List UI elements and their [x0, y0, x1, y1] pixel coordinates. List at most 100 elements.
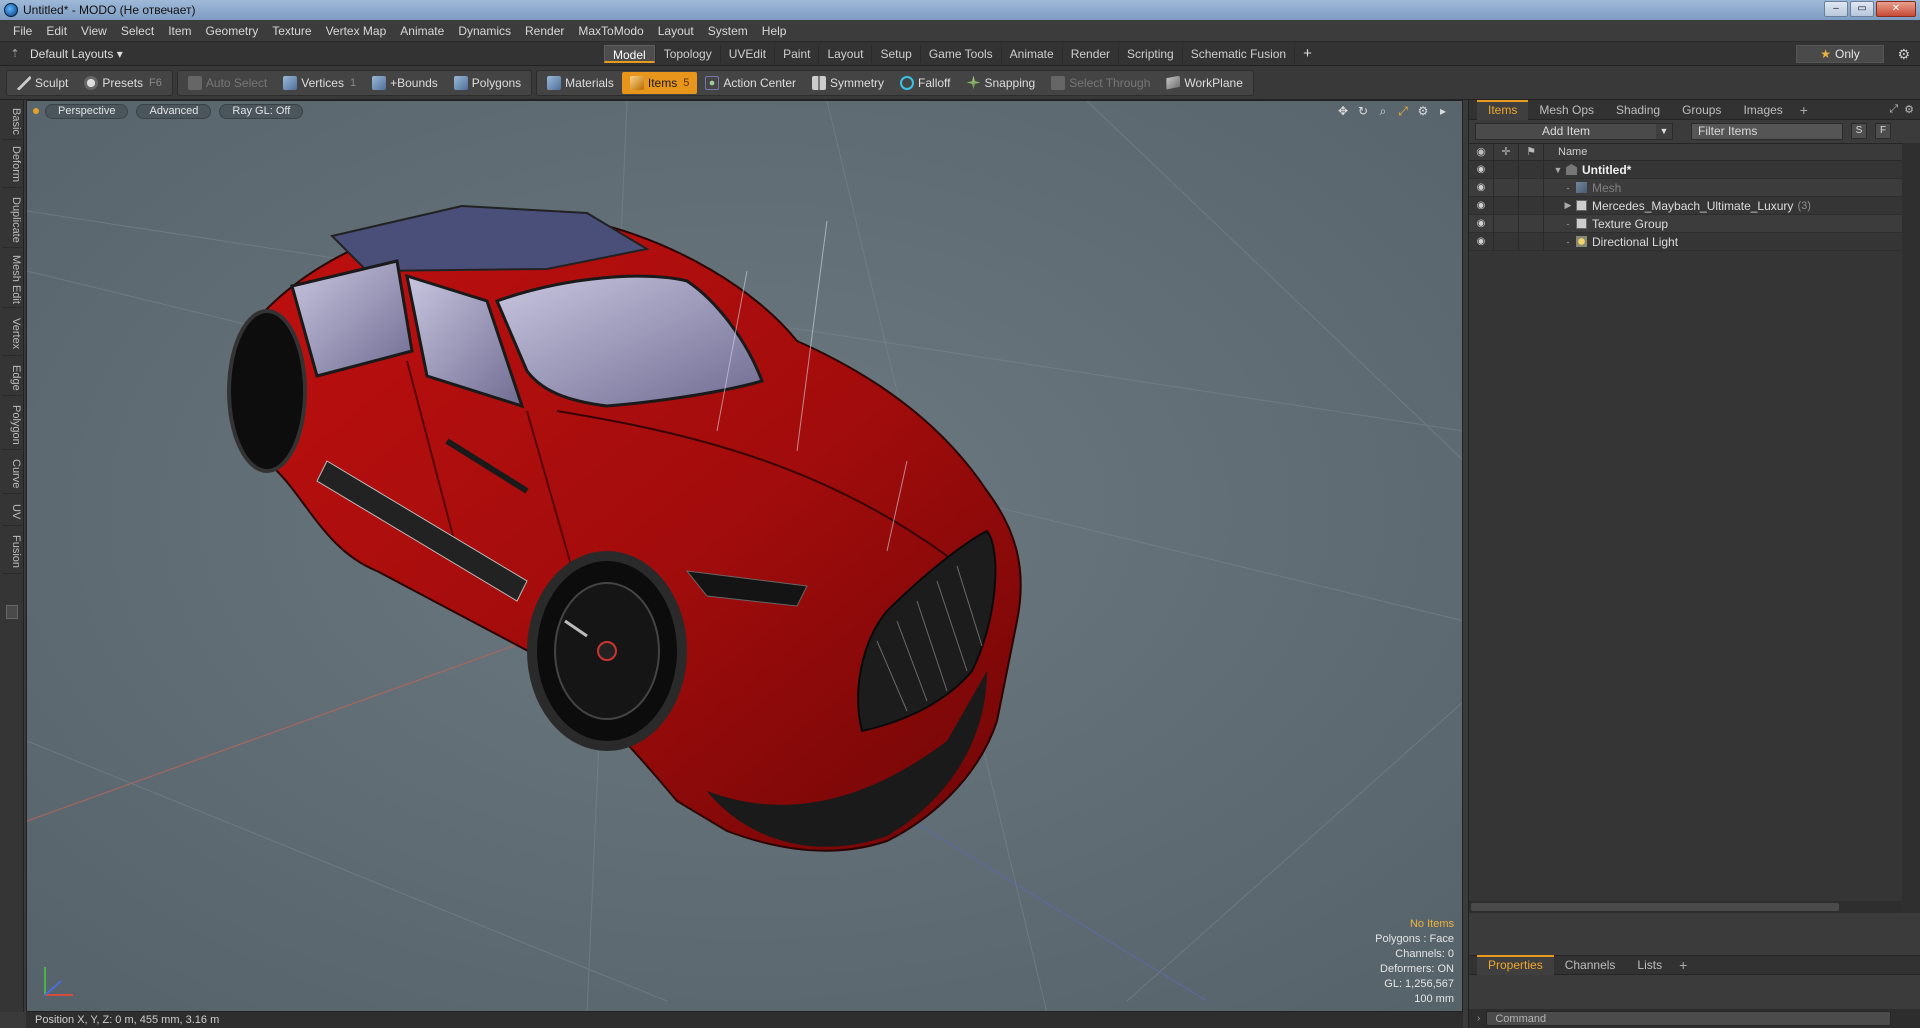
- maximize-button[interactable]: ▭: [1850, 1, 1874, 17]
- shading-mode-button[interactable]: Advanced: [136, 103, 212, 119]
- action-center-button[interactable]: Action Center: [697, 72, 804, 94]
- tab-lists[interactable]: Lists: [1626, 955, 1673, 975]
- add-properties-tab-button[interactable]: +: [1673, 955, 1693, 975]
- menu-edit[interactable]: Edit: [39, 24, 74, 38]
- eye-icon[interactable]: ◉: [1469, 214, 1494, 233]
- view-type-button[interactable]: Perspective: [45, 103, 129, 119]
- tab-mesh-ops[interactable]: Mesh Ops: [1528, 100, 1605, 120]
- tab-uvedit[interactable]: UVEdit: [719, 45, 774, 63]
- filter-items-input[interactable]: [1691, 122, 1843, 140]
- auto-select-button[interactable]: Auto Select: [180, 72, 275, 94]
- tab-mesh-edit[interactable]: Mesh Edit: [2, 252, 22, 308]
- tree-row-mercedes[interactable]: ◉ ▶ Mercedes_Maybach_Ultimate_Luxury (3): [1469, 196, 1903, 215]
- tab-groups[interactable]: Groups: [1671, 100, 1732, 120]
- maximize-viewport-icon[interactable]: ⤢: [1396, 104, 1410, 118]
- menu-system[interactable]: System: [701, 24, 755, 38]
- only-button[interactable]: ★ Only: [1796, 45, 1884, 63]
- tab-duplicate[interactable]: Duplicate: [2, 192, 22, 248]
- pan-icon[interactable]: ✥: [1336, 104, 1350, 118]
- snapping-button[interactable]: Snapping: [959, 72, 1044, 94]
- zoom-icon[interactable]: ⌕: [1376, 104, 1390, 118]
- s-button[interactable]: S: [1851, 123, 1867, 139]
- symmetry-button[interactable]: Symmetry: [804, 72, 892, 94]
- panel-toggle-icon[interactable]: [6, 605, 18, 619]
- menu-select[interactable]: Select: [114, 24, 161, 38]
- visibility-column-eye-icon[interactable]: ◉: [1469, 143, 1494, 161]
- viewport-settings-icon[interactable]: ⚙: [1416, 104, 1430, 118]
- menu-texture[interactable]: Texture: [265, 24, 318, 38]
- tab-items[interactable]: Items: [1477, 99, 1529, 120]
- menu-view[interactable]: View: [74, 24, 114, 38]
- tab-polygon[interactable]: Polygon: [2, 400, 22, 450]
- vertical-scrollbar[interactable]: [1902, 143, 1920, 913]
- command-input[interactable]: [1486, 1011, 1892, 1026]
- tab-layout[interactable]: Layout: [818, 45, 871, 63]
- falloff-button[interactable]: Falloff: [892, 72, 958, 94]
- tab-shading[interactable]: Shading: [1605, 100, 1671, 120]
- presets-button[interactable]: Presets F6: [76, 72, 170, 94]
- tab-basic[interactable]: Basic: [2, 104, 22, 140]
- rotate-icon[interactable]: ↻: [1356, 104, 1370, 118]
- tree-row-mesh[interactable]: ◉ - Mesh: [1469, 178, 1903, 197]
- f-button[interactable]: F: [1875, 123, 1891, 139]
- select-through-button[interactable]: Select Through: [1043, 72, 1158, 94]
- tree-row-texture-group[interactable]: ◉ - Texture Group: [1469, 214, 1903, 233]
- tab-game-tools[interactable]: Game Tools: [919, 45, 1001, 63]
- tab-model[interactable]: Model: [604, 45, 655, 63]
- tab-paint[interactable]: Paint: [774, 45, 818, 63]
- arrow-up-icon[interactable]: ⇡: [8, 47, 22, 61]
- close-button[interactable]: ✕: [1876, 1, 1916, 17]
- tab-animate[interactable]: Animate: [1000, 45, 1062, 63]
- workplane-button[interactable]: WorkPlane: [1158, 72, 1250, 94]
- menu-dynamics[interactable]: Dynamics: [451, 24, 518, 38]
- menu-maxtomodo[interactable]: MaxToModo: [571, 24, 650, 38]
- item-list-tree[interactable]: ◉ ✛ ⚑ Name ◉ ▼ Untitled* ◉ - Mesh ◉ ▶ Me…: [1469, 143, 1903, 913]
- scrollbar-thumb[interactable]: [1471, 903, 1839, 911]
- expand-arrow-icon[interactable]: ▸: [1436, 104, 1450, 118]
- tab-deform[interactable]: Deform: [2, 142, 22, 188]
- tab-topology[interactable]: Topology: [654, 45, 720, 63]
- chevron-down-icon[interactable]: ▼: [1656, 123, 1672, 139]
- add-tab-button[interactable]: +: [1294, 45, 1320, 63]
- viewport-menu-dot-icon[interactable]: [33, 108, 39, 114]
- polygons-button[interactable]: Polygons: [446, 72, 529, 94]
- menu-item[interactable]: Item: [161, 24, 198, 38]
- expand-icon[interactable]: ▼: [1552, 165, 1564, 175]
- menu-file[interactable]: File: [6, 24, 39, 38]
- expand-panel-icon[interactable]: ⤢: [1889, 103, 1898, 116]
- tab-curve[interactable]: Curve: [2, 454, 22, 494]
- menu-layout[interactable]: Layout: [651, 24, 701, 38]
- sculpt-button[interactable]: Sculpt: [9, 72, 76, 94]
- panel-gear-icon[interactable]: ⚙: [1904, 103, 1914, 116]
- tab-uv[interactable]: UV: [2, 498, 22, 526]
- bounds-button[interactable]: +Bounds: [364, 72, 446, 94]
- eye-icon[interactable]: ◉: [1469, 178, 1494, 197]
- materials-button[interactable]: Materials: [539, 72, 622, 94]
- tab-scripting[interactable]: Scripting: [1118, 45, 1182, 63]
- tab-fusion[interactable]: Fusion: [2, 530, 22, 574]
- render-column-icon[interactable]: ⚑: [1519, 143, 1544, 161]
- items-button[interactable]: Items 5: [621, 71, 698, 94]
- lock-column-icon[interactable]: ✛: [1494, 143, 1519, 161]
- add-item-button[interactable]: Add Item ▼: [1475, 122, 1673, 140]
- eye-icon[interactable]: ◉: [1469, 160, 1494, 179]
- menu-geometry[interactable]: Geometry: [199, 24, 266, 38]
- tree-row-untitled[interactable]: ◉ ▼ Untitled*: [1469, 160, 1903, 179]
- tab-images[interactable]: Images: [1732, 100, 1793, 120]
- tree-row-directional-light[interactable]: ◉ - Directional Light: [1469, 232, 1903, 251]
- raygl-button[interactable]: Ray GL: Off: [219, 103, 304, 119]
- tab-vertex[interactable]: Vertex: [2, 312, 22, 356]
- name-column-header[interactable]: Name: [1544, 146, 1587, 158]
- minimize-button[interactable]: –: [1824, 1, 1848, 17]
- menu-render[interactable]: Render: [518, 24, 571, 38]
- 3d-viewport[interactable]: Perspective Advanced Ray GL: Off ✥ ↻ ⌕ ⤢…: [26, 100, 1463, 1012]
- menu-vertex-map[interactable]: Vertex Map: [319, 24, 394, 38]
- eye-icon[interactable]: ◉: [1469, 196, 1494, 215]
- menu-help[interactable]: Help: [755, 24, 794, 38]
- expand-icon[interactable]: ▶: [1562, 200, 1574, 211]
- horizontal-scrollbar[interactable]: [1469, 901, 1903, 913]
- layout-selector[interactable]: Default Layouts ▾: [30, 47, 123, 61]
- vertices-button[interactable]: Vertices 1: [275, 72, 364, 94]
- tab-channels[interactable]: Channels: [1554, 955, 1627, 975]
- tab-setup[interactable]: Setup: [871, 45, 919, 63]
